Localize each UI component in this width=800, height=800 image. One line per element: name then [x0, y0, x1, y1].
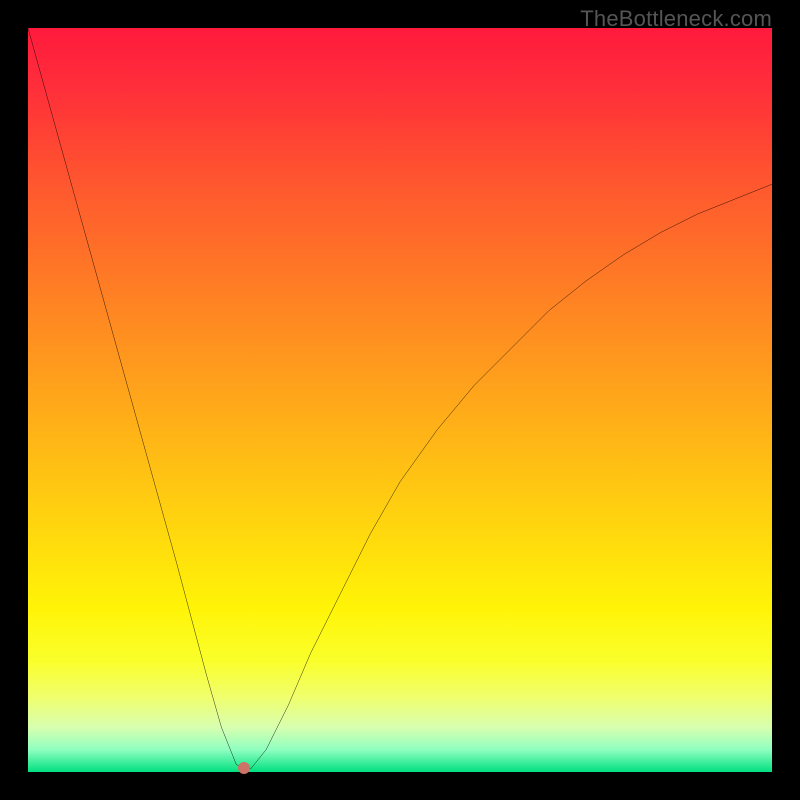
minimum-marker [238, 762, 250, 774]
chart-plot-area [28, 28, 772, 772]
watermark-text: TheBottleneck.com [580, 6, 772, 32]
